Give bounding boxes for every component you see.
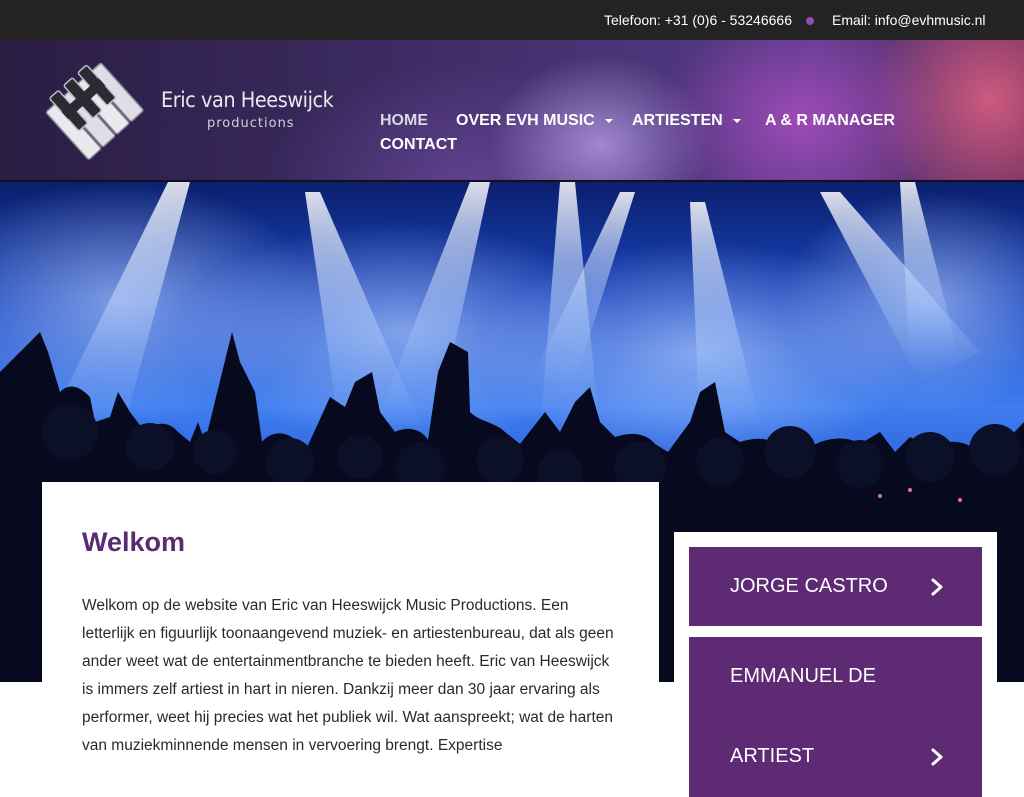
site-header: Eric van Heeswijck productions HOME OVER… <box>0 40 1024 182</box>
nav-item-ar-manager[interactable]: A & R MANAGER <box>765 112 895 130</box>
caret-down-icon <box>604 118 613 123</box>
artist-card-label: JORGE CASTRO <box>730 575 888 597</box>
logo-name: Eric van Heeswijck <box>161 88 334 112</box>
site-logo[interactable]: Eric van Heeswijck productions <box>44 62 344 162</box>
artist-card-sublabel: ARTIEST <box>730 745 815 767</box>
nav-item-label: HOME <box>380 112 428 129</box>
separator-dot-icon <box>806 17 814 25</box>
nav-item-label: OVER EVH MUSIC <box>456 112 595 129</box>
chevron-right-icon <box>931 748 943 766</box>
caret-down-icon <box>732 118 741 123</box>
email-address[interactable]: Email: info@evhmusic.nl <box>832 12 986 28</box>
nav-item-over-evh-music[interactable]: OVER EVH MUSIC <box>456 112 613 130</box>
nav-item-label: CONTACT <box>380 136 458 153</box>
nav-item-contact[interactable]: CONTACT <box>380 136 457 154</box>
artists-side-panel: JORGE CASTRO EMMANUEL DE ARTIEST <box>674 532 997 797</box>
artist-card-label: EMMANUEL DE <box>730 665 876 687</box>
phone-number[interactable]: Telefoon: +31 (0)6 - 53246666 <box>604 12 792 28</box>
artist-card-jorge-castro[interactable]: JORGE CASTRO <box>689 547 982 626</box>
piano-keys-logo-icon <box>45 62 144 160</box>
welcome-title: Welkom <box>82 527 186 557</box>
top-contact-bar: Telefoon: +31 (0)6 - 53246666 Email: inf… <box>0 0 1024 40</box>
artist-card-emmanuel-de-artiest[interactable]: EMMANUEL DE ARTIEST <box>689 637 982 797</box>
nav-item-label: ARTIESTEN <box>632 112 723 129</box>
welcome-section: Welkom Welkom op de website van Eric van… <box>42 482 659 782</box>
nav-item-artiesten[interactable]: ARTIESTEN <box>632 112 741 130</box>
nav-item-home[interactable]: HOME <box>380 112 428 130</box>
nav-item-label: A & R MANAGER <box>765 112 896 129</box>
chevron-right-icon <box>931 578 943 596</box>
welcome-text: Welkom op de website van Eric van Heeswi… <box>82 597 614 754</box>
logo-subtitle: productions <box>207 116 295 131</box>
